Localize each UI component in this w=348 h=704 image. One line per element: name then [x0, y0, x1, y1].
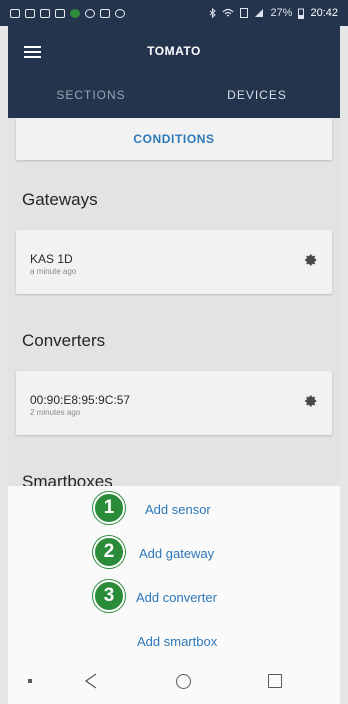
add-device-sheet: 1 Add sensor 2 Add gateway 3 Add convert…: [8, 486, 340, 660]
gateways-heading: Gateways: [22, 190, 98, 209]
step-badge: 1: [93, 492, 125, 524]
system-nav-bar: [8, 660, 340, 704]
bluetooth-icon: [210, 8, 217, 18]
mail-notification-icon: [55, 8, 65, 18]
add-sensor-option[interactable]: 1 Add sensor: [8, 488, 340, 528]
step-badge: 3: [93, 580, 125, 612]
system-indicators: 27% 20:42: [209, 7, 338, 19]
sync-notification-icon: [85, 8, 95, 18]
no-sim-icon: [240, 8, 249, 18]
recent-apps-icon[interactable]: [268, 674, 282, 688]
signal-icon: [255, 9, 264, 17]
add-smartbox-label: Add smartbox: [137, 634, 218, 649]
gateway-card[interactable]: KAS 1D a minute ago: [16, 230, 332, 294]
back-icon[interactable]: [84, 673, 98, 689]
add-converter-option[interactable]: 3 Add converter: [8, 576, 340, 616]
add-sensor-label: Add sensor: [145, 502, 211, 517]
video-notification-icon: [100, 8, 110, 18]
gateway-name: KAS 1D: [30, 252, 73, 266]
gear-icon[interactable]: [304, 394, 318, 408]
converter-card[interactable]: 00:90:E8:95:9C:57 2 minutes ago: [16, 371, 332, 435]
tab-sections[interactable]: SECTIONS: [8, 88, 174, 102]
home-icon[interactable]: [176, 674, 191, 689]
add-converter-label: Add converter: [136, 590, 217, 605]
battery-icon: [298, 8, 305, 19]
add-smartbox-option[interactable]: Add smartbox: [8, 620, 340, 660]
notification-icons: [10, 8, 125, 18]
conditions-button[interactable]: CONDITIONS: [16, 118, 332, 160]
status-bar: 27% 20:42: [0, 0, 348, 26]
message-notification-icon: [25, 8, 35, 18]
app-title: TOMATO: [147, 44, 201, 58]
app-notification-icon: [70, 8, 80, 18]
gear-icon[interactable]: [304, 253, 318, 267]
add-gateway-option[interactable]: 2 Add gateway: [8, 532, 340, 572]
conditions-label: CONDITIONS: [133, 132, 215, 146]
devices-list: CONDITIONS Gateways KAS 1D a minute ago …: [8, 118, 340, 486]
converters-heading: Converters: [22, 331, 106, 350]
battery-percent: 27%: [270, 7, 293, 19]
add-gateway-label: Add gateway: [139, 546, 215, 561]
nav-menu-dot-icon[interactable]: [28, 679, 32, 683]
gallery-notification-icon: [10, 8, 20, 18]
smartboxes-heading: Smartboxes: [22, 472, 113, 486]
wifi-icon: [223, 8, 234, 17]
calendar-notification-icon: [40, 8, 50, 18]
app-bar: TOMATO SECTIONS DEVICES: [8, 26, 340, 118]
converter-name: 00:90:E8:95:9C:57: [30, 393, 131, 407]
settings-notification-icon: [115, 8, 125, 18]
clock: 20:42: [310, 7, 338, 19]
gateway-time: a minute ago: [30, 267, 77, 276]
step-badge: 2: [93, 536, 125, 568]
tab-devices[interactable]: DEVICES: [174, 88, 340, 102]
converter-time: 2 minutes ago: [30, 408, 81, 417]
